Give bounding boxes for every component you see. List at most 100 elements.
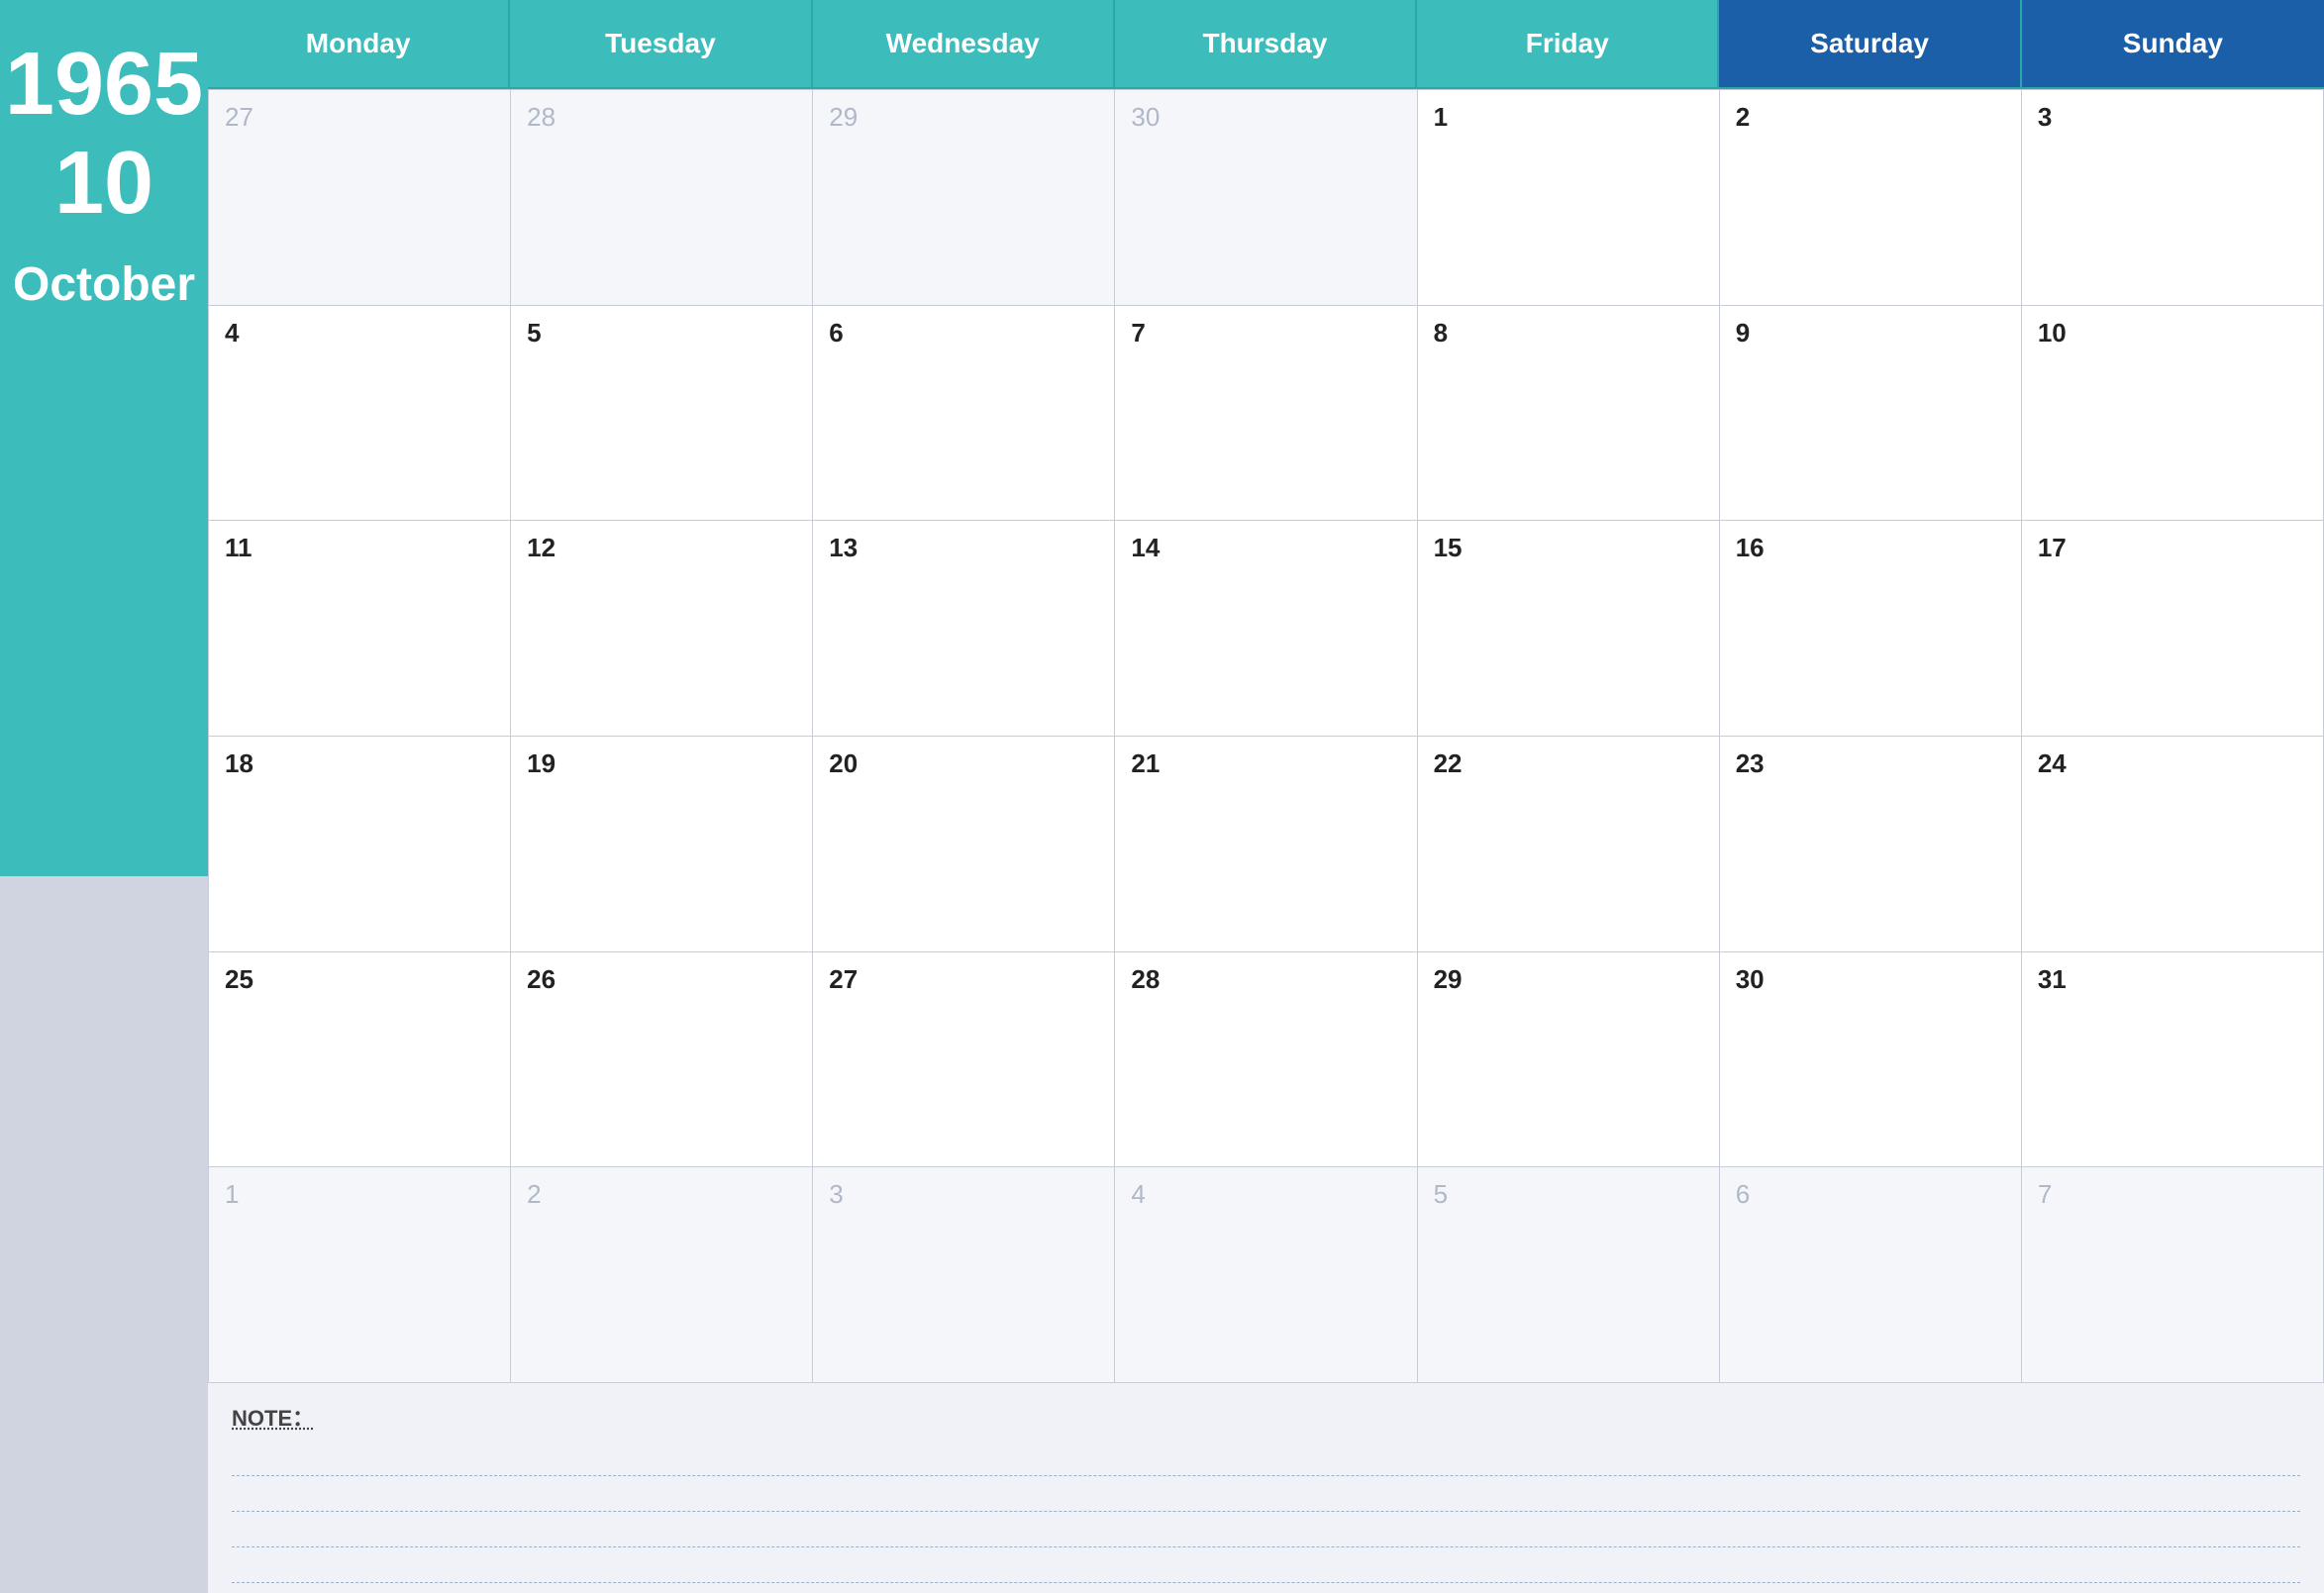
calendar-cell[interactable]: 21 [1115, 737, 1417, 952]
calendar-cell[interactable]: 25 [209, 952, 511, 1168]
cell-number: 8 [1434, 318, 1448, 348]
calendar-cell[interactable]: 4 [1115, 1167, 1417, 1383]
sidebar: 1965 10 October [0, 0, 208, 1593]
cell-number: 31 [2038, 964, 2067, 994]
note-line[interactable] [232, 1547, 2300, 1583]
calendar-cell[interactable]: 10 [2022, 306, 2324, 522]
cell-number: 10 [2038, 318, 2067, 348]
calendar-cell[interactable]: 7 [2022, 1167, 2324, 1383]
note-lines [232, 1441, 2300, 1583]
calendar-cell[interactable]: 11 [209, 521, 511, 737]
calendar-cell[interactable]: 20 [813, 737, 1115, 952]
cell-number: 6 [1736, 1179, 1750, 1209]
calendar-cell[interactable]: 3 [2022, 90, 2324, 306]
cell-number: 6 [829, 318, 843, 348]
day-header-friday: Friday [1417, 0, 1719, 89]
calendar-cell[interactable]: 5 [511, 306, 813, 522]
day-headers-row: MondayTuesdayWednesdayThursdayFridaySatu… [208, 0, 2324, 89]
calendar-cell[interactable]: 22 [1418, 737, 1720, 952]
cell-number: 25 [225, 964, 253, 994]
cell-number: 22 [1434, 748, 1463, 778]
cell-number: 9 [1736, 318, 1750, 348]
month-number-label: 10 [54, 139, 153, 228]
calendar-cell[interactable]: 3 [813, 1167, 1115, 1383]
cell-number: 5 [1434, 1179, 1448, 1209]
cell-number: 1 [1434, 102, 1448, 132]
calendar: MondayTuesdayWednesdayThursdayFridaySatu… [208, 0, 2324, 1383]
calendar-cell[interactable]: 1 [209, 1167, 511, 1383]
day-header-saturday: Saturday [1719, 0, 2021, 89]
day-header-thursday: Thursday [1115, 0, 1417, 89]
month-name-label: October [13, 257, 195, 312]
calendar-cell[interactable]: 29 [1418, 952, 1720, 1168]
calendar-cell[interactable]: 15 [1418, 521, 1720, 737]
note-line[interactable] [232, 1476, 2300, 1512]
cell-number: 7 [1131, 318, 1145, 348]
calendar-cell[interactable]: 27 [209, 90, 511, 306]
calendar-cell[interactable]: 19 [511, 737, 813, 952]
calendar-cell[interactable]: 6 [813, 306, 1115, 522]
cell-number: 24 [2038, 748, 2067, 778]
calendar-cell[interactable]: 23 [1720, 737, 2022, 952]
calendar-cell[interactable]: 17 [2022, 521, 2324, 737]
cell-number: 4 [225, 318, 239, 348]
calendar-cell[interactable]: 7 [1115, 306, 1417, 522]
calendar-cell[interactable]: 13 [813, 521, 1115, 737]
note-line[interactable] [232, 1512, 2300, 1547]
calendar-cell[interactable]: 30 [1115, 90, 1417, 306]
year-label: 1965 [5, 40, 203, 129]
day-header-wednesday: Wednesday [813, 0, 1115, 89]
cell-number: 5 [527, 318, 541, 348]
cell-number: 26 [527, 964, 556, 994]
cell-number: 28 [1131, 964, 1160, 994]
day-header-tuesday: Tuesday [510, 0, 812, 89]
calendar-cell[interactable]: 8 [1418, 306, 1720, 522]
calendar-cell[interactable]: 28 [1115, 952, 1417, 1168]
calendar-cell[interactable]: 9 [1720, 306, 2022, 522]
day-header-sunday: Sunday [2022, 0, 2324, 89]
calendar-cell[interactable]: 28 [511, 90, 813, 306]
calendar-cell[interactable]: 30 [1720, 952, 2022, 1168]
calendar-cell[interactable]: 16 [1720, 521, 2022, 737]
calendar-cell[interactable]: 29 [813, 90, 1115, 306]
calendar-cell[interactable]: 18 [209, 737, 511, 952]
cell-number: 1 [225, 1179, 239, 1209]
cell-number: 7 [2038, 1179, 2052, 1209]
day-header-monday: Monday [208, 0, 510, 89]
cell-number: 2 [1736, 102, 1750, 132]
cell-number: 18 [225, 748, 253, 778]
calendar-cell[interactable]: 6 [1720, 1167, 2022, 1383]
cell-number: 11 [225, 533, 253, 562]
calendar-cell[interactable]: 12 [511, 521, 813, 737]
cell-number: 16 [1736, 533, 1765, 562]
main-content: MondayTuesdayWednesdayThursdayFridaySatu… [208, 0, 2324, 1593]
cell-number: 3 [2038, 102, 2052, 132]
cell-number: 20 [829, 748, 858, 778]
cell-number: 19 [527, 748, 556, 778]
cell-number: 29 [1434, 964, 1463, 994]
cell-number: 21 [1131, 748, 1160, 778]
cell-number: 12 [527, 533, 556, 562]
calendar-cell[interactable]: 2 [1720, 90, 2022, 306]
calendar-cell[interactable]: 27 [813, 952, 1115, 1168]
cell-number: 15 [1434, 533, 1463, 562]
calendar-grid: 2728293012345678910111213141516171819202… [208, 89, 2324, 1383]
cell-number: 14 [1131, 533, 1160, 562]
cell-number: 30 [1131, 102, 1160, 132]
calendar-cell[interactable]: 31 [2022, 952, 2324, 1168]
cell-number: 4 [1131, 1179, 1145, 1209]
calendar-cell[interactable]: 26 [511, 952, 813, 1168]
cell-number: 27 [829, 964, 858, 994]
notes-section: NOTE： [208, 1383, 2324, 1593]
calendar-cell[interactable]: 5 [1418, 1167, 1720, 1383]
cell-number: 27 [225, 102, 253, 132]
calendar-cell[interactable]: 14 [1115, 521, 1417, 737]
cell-number: 23 [1736, 748, 1765, 778]
calendar-cell[interactable]: 2 [511, 1167, 813, 1383]
note-line[interactable] [232, 1441, 2300, 1476]
cell-number: 28 [527, 102, 556, 132]
calendar-cell[interactable]: 4 [209, 306, 511, 522]
calendar-cell[interactable]: 24 [2022, 737, 2324, 952]
calendar-cell[interactable]: 1 [1418, 90, 1720, 306]
cell-number: 29 [829, 102, 858, 132]
